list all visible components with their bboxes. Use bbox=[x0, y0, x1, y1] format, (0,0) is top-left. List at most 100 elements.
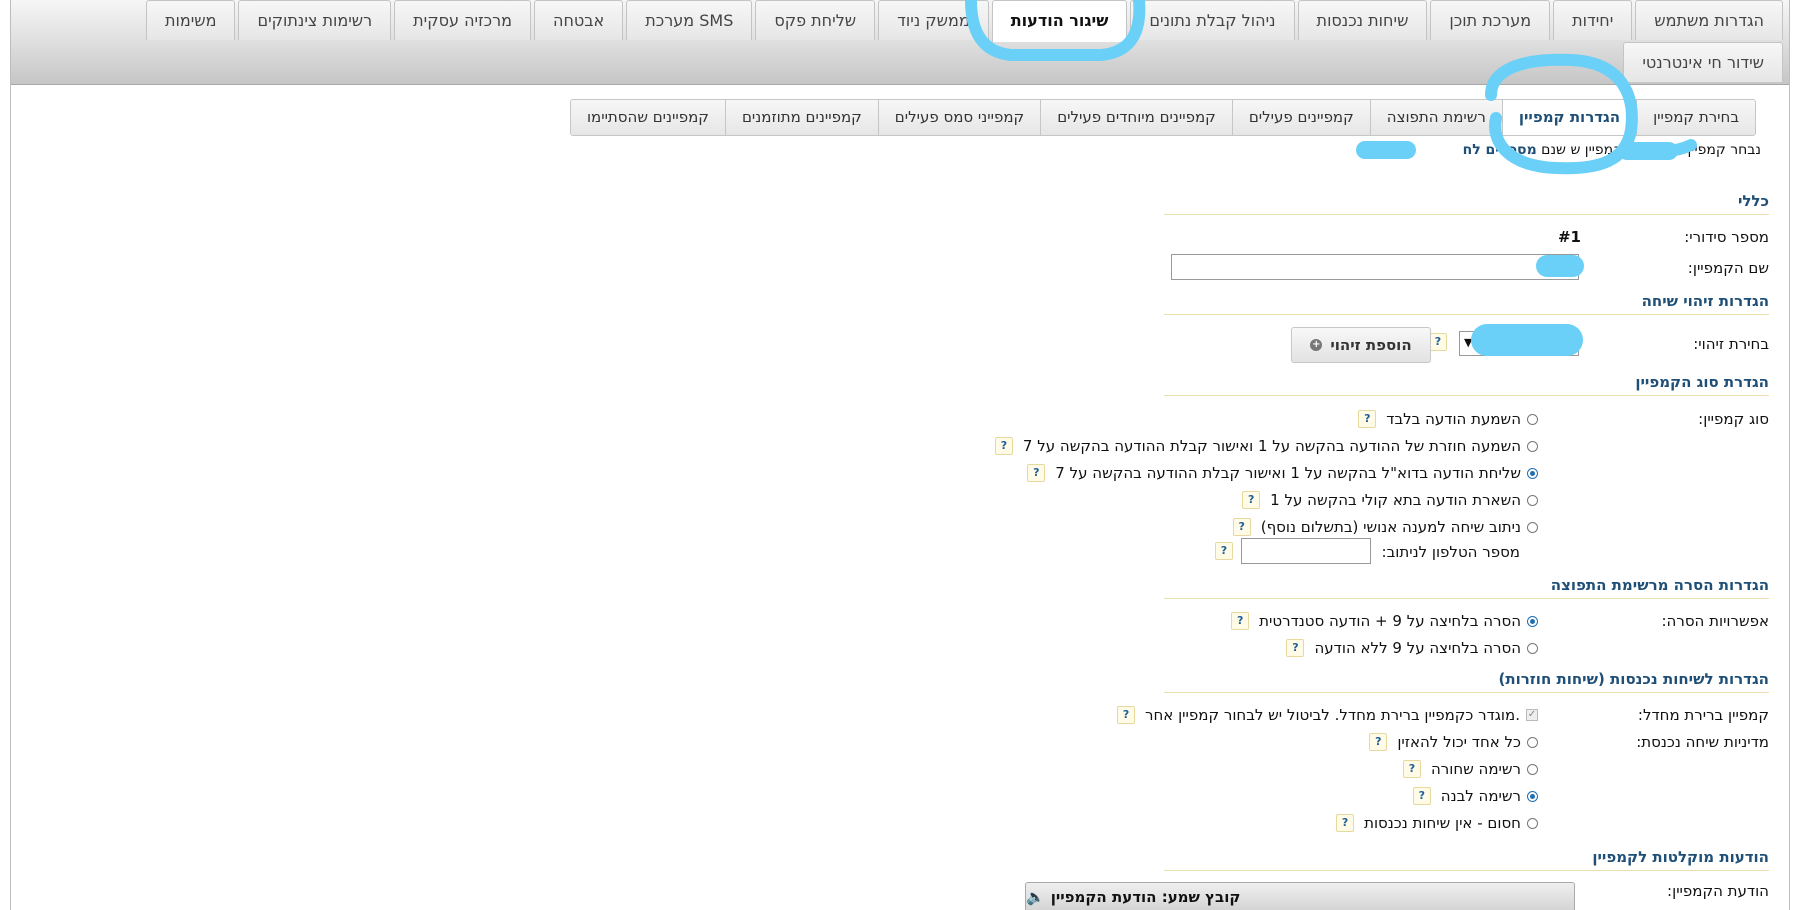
notice-tail: שנם bbox=[1541, 142, 1566, 158]
main-tab-11[interactable]: רשימות צינתוקים bbox=[238, 0, 392, 40]
caller-id-label: בחירת זיהוי: bbox=[1693, 335, 1769, 353]
removal-radio-1[interactable] bbox=[1527, 642, 1538, 654]
page: { "main_tabs_row1": ["הגדרות משתמש", "יח… bbox=[0, 0, 1802, 910]
sub-tab-1[interactable]: הגדרות קמפיין bbox=[1501, 100, 1637, 135]
incoming-policy-radio-0[interactable] bbox=[1527, 736, 1538, 748]
help-icon[interactable]: ? bbox=[1412, 787, 1431, 805]
incoming-policy-option-0: כל אחד יכול להאזין? bbox=[1369, 733, 1538, 751]
campaign-type-label-4: ניתוב שיחה למענה אנושי (בתשלום נוסף) bbox=[1260, 518, 1521, 536]
sub-tab-3[interactable]: קמפיינים פעילים bbox=[1231, 100, 1370, 135]
audio-player[interactable]: 🔈 קובץ שמע: הודעת הקמפיין bbox=[1025, 882, 1575, 910]
default-campaign-option: ✓ מוגדר כקמפיין ברירת מחדל. לביטול יש לב… bbox=[1117, 706, 1538, 724]
notice-text: נבחר קמפיין bbox=[1687, 142, 1761, 158]
help-icon[interactable]: ? bbox=[1403, 760, 1421, 778]
main-tab-4[interactable]: ניהול קבלת נתונים bbox=[1130, 0, 1295, 40]
main-tabs-row-1: הגדרות משתמש יחידות מערכת תוכן שיחות נכנסות… bbox=[145, 0, 1783, 42]
section-divider bbox=[1164, 314, 1769, 315]
help-icon[interactable]: ? bbox=[1231, 612, 1250, 630]
help-icon[interactable]: ? bbox=[1215, 542, 1233, 560]
add-id-button[interactable]: + הוספת זיהוי bbox=[1291, 327, 1431, 363]
help-icon[interactable]: ? bbox=[1369, 733, 1388, 751]
incoming-policy-radio-1[interactable] bbox=[1527, 763, 1538, 775]
section-general: כללי bbox=[1737, 192, 1769, 210]
notice-link[interactable]: מספרים לח bbox=[1463, 142, 1537, 158]
main-tab-3[interactable]: שיחות נכנסות bbox=[1297, 0, 1428, 40]
campaign-type-option-2: שליחת הודעה בדוא"ל בהקשה על 1 ואישור קבל… bbox=[1027, 464, 1538, 482]
main-tabs-row-2: שידור חי אינטרנטי bbox=[1623, 42, 1783, 82]
removal-label: אפשרויות הסרה: bbox=[1661, 612, 1770, 630]
campaign-name-label: שם הקמפיין: bbox=[1687, 259, 1769, 277]
campaign-name-input[interactable] bbox=[1171, 254, 1579, 280]
incoming-policy-label-2: רשימה לבנה bbox=[1440, 787, 1521, 805]
default-campaign-checkbox[interactable]: ✓ bbox=[1526, 709, 1538, 721]
routing-phone-label: מספר הטלפון לניתוב: bbox=[1381, 543, 1520, 561]
help-icon[interactable]: ? bbox=[1027, 464, 1046, 482]
removal-label-0: הסרה בלחיצה על 9 + הודעה סטנדרטית bbox=[1259, 612, 1521, 630]
main-tab-1[interactable]: יחידות bbox=[1553, 0, 1633, 40]
main-tab-row2-0[interactable]: שידור חי אינטרנטי bbox=[1623, 42, 1783, 82]
section-divider bbox=[1164, 598, 1769, 599]
redaction-mark bbox=[1536, 255, 1584, 277]
removal-radio-0[interactable] bbox=[1527, 615, 1538, 627]
help-icon[interactable]: ? bbox=[1232, 518, 1251, 536]
help-icon[interactable]: ? bbox=[1242, 491, 1261, 509]
sub-tab-5[interactable]: קמפייני סמס פעילים bbox=[877, 100, 1041, 135]
main-tab-9[interactable]: אבטחה bbox=[534, 0, 624, 40]
help-icon[interactable]: ? bbox=[1358, 410, 1377, 428]
main-tab-2[interactable]: מערכת תוכן bbox=[1430, 0, 1551, 40]
help-icon[interactable]: ? bbox=[994, 437, 1013, 455]
page-frame: הגדרות משתמש יחידות מערכת תוכן שיחות נכנסות… bbox=[10, 0, 1790, 910]
main-tab-10[interactable]: מרכזיה עסקית bbox=[394, 0, 532, 40]
sub-tab-2[interactable]: רשימת התפוצה bbox=[1369, 100, 1502, 135]
help-icon[interactable]: ? bbox=[1117, 706, 1136, 724]
incoming-policy-radio-3[interactable] bbox=[1527, 817, 1538, 829]
main-tab-7[interactable]: שליחת פקס bbox=[755, 0, 876, 40]
campaign-type-option-0: השמעת הודעה בלבד? bbox=[1358, 410, 1538, 428]
removal-option-1: הסרה בלחיצה על 9 ללא הודעה? bbox=[1286, 639, 1538, 657]
incoming-policy-label: מדיניות שיחה נכנסת: bbox=[1636, 733, 1769, 751]
campaign-type-radio-1[interactable] bbox=[1527, 440, 1538, 452]
section-incoming: הגדרות לשיחות נכנסות (שיחות חוזרות) bbox=[1498, 670, 1769, 688]
incoming-policy-option-3: חסום - אין שיחות נכנסות? bbox=[1336, 814, 1538, 832]
speaker-icon: 🔈 bbox=[1026, 887, 1045, 906]
removal-option-0: הסרה בלחיצה על 9 + הודעה סטנדרטית? bbox=[1231, 612, 1538, 630]
sub-tabs: בחירת קמפיין הגדרות קמפיין רשימת התפוצה קמפ… bbox=[569, 99, 1756, 136]
campaign-type-label-1: השמעה חוזרת של ההודעה בהקשה על 1 ואישור … bbox=[1022, 437, 1521, 455]
section-divider bbox=[1164, 870, 1769, 871]
routing-phone-input[interactable] bbox=[1241, 538, 1371, 564]
incoming-policy-label-1: רשימה שחורה bbox=[1431, 760, 1521, 778]
section-removal: הגדרות הסרה מרשימת התפוצה bbox=[1550, 576, 1769, 594]
help-icon[interactable]: ? bbox=[1429, 333, 1447, 351]
incoming-policy-radio-2[interactable] bbox=[1527, 790, 1538, 802]
campaign-type-label-0: השמעת הודעה בלבד bbox=[1386, 410, 1521, 428]
sub-tab-6[interactable]: קמפיינים מתוזמנים bbox=[724, 100, 878, 135]
campaign-type-option-1: השמעה חוזרת של ההודעה בהקשה על 1 ואישור … bbox=[994, 437, 1538, 455]
add-id-button-label: הוספת זיהוי bbox=[1330, 336, 1412, 354]
help-icon[interactable]: ? bbox=[1286, 639, 1305, 657]
section-divider bbox=[1164, 214, 1769, 215]
help-icon[interactable]: ? bbox=[1336, 814, 1355, 832]
sub-tab-4[interactable]: קמפיינים מיוחדים פעילים bbox=[1040, 100, 1232, 135]
notice-mid: קמפיין ש bbox=[1570, 142, 1624, 158]
serial-value: #1 bbox=[1557, 228, 1581, 246]
campaign-type-radio-4[interactable] bbox=[1527, 521, 1538, 533]
campaign-type-radio-0[interactable] bbox=[1527, 413, 1538, 425]
sub-tab-7[interactable]: קמפיינים שהסתיימו bbox=[570, 100, 725, 135]
main-tab-12[interactable]: משימות bbox=[145, 0, 236, 40]
main-tab-0[interactable]: הגדרות משתמש bbox=[1635, 0, 1783, 40]
campaign-type-radio-3[interactable] bbox=[1527, 494, 1538, 506]
audio-player-title: קובץ שמע: הודעת הקמפיין bbox=[1050, 887, 1241, 906]
serial-label: מספר סידורי: bbox=[1684, 228, 1769, 246]
main-tab-bar: הגדרות משתמש יחידות מערכת תוכן שיחות נכנסות… bbox=[11, 0, 1789, 85]
campaign-message-label: הודעת הקמפיין: bbox=[1667, 882, 1769, 900]
campaign-type-label: סוג קמפיין: bbox=[1698, 410, 1769, 428]
campaign-type-radio-2[interactable] bbox=[1527, 467, 1538, 479]
sub-tab-0[interactable]: בחירת קמפיין bbox=[1636, 100, 1755, 135]
redaction-mark bbox=[1618, 142, 1678, 160]
main-tab-5[interactable]: שיגור הודעות bbox=[991, 0, 1128, 42]
main-tab-6[interactable]: ממשק ניוד bbox=[878, 0, 989, 40]
section-divider bbox=[1164, 395, 1769, 396]
main-tab-8[interactable]: מערכת SMS bbox=[626, 0, 753, 40]
redaction-mark bbox=[1356, 141, 1416, 159]
incoming-policy-option-1: רשימה שחורה? bbox=[1403, 760, 1538, 778]
